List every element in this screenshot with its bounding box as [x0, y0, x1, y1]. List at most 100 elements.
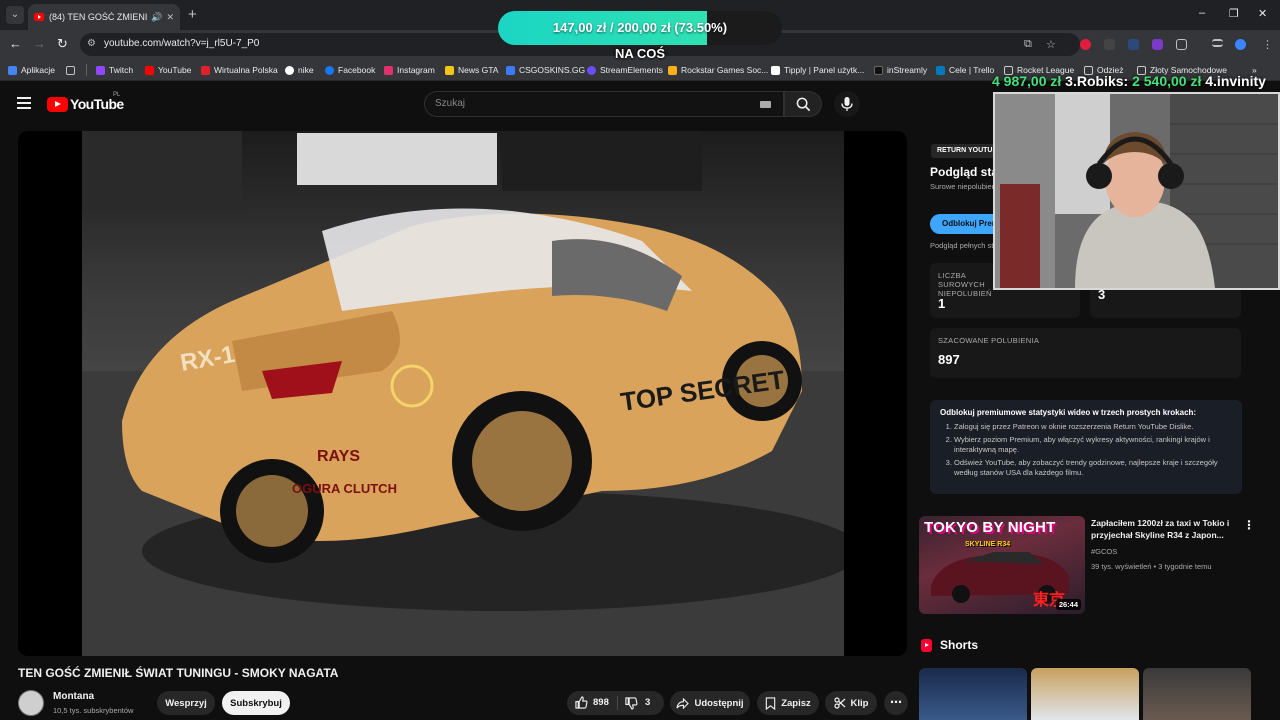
channel-name[interactable]: Montana	[53, 691, 94, 702]
subscribe-button[interactable]: Subskrybuj	[222, 691, 290, 715]
search-icon	[796, 97, 811, 112]
bookmark-trello[interactable]: Cele | Trello	[936, 63, 994, 77]
speaker-icon[interactable]: 🔊	[151, 12, 162, 23]
bookmark-tipply[interactable]: Tipply | Panel użytk...	[771, 63, 864, 77]
cast-icon[interactable]: ⧉	[1024, 38, 1032, 51]
video-frame[interactable]: TOP SECRET RX-1 RAYS OGURA CLUTCH	[82, 131, 844, 656]
donation-goal-bar: 147,00 zł / 200,00 zł (73.50%)	[498, 11, 782, 45]
bookmark-rockstar[interactable]: Rockstar Games Soc...	[668, 63, 768, 77]
trello-icon	[936, 65, 945, 75]
back-arrow-icon[interactable]: ←	[9, 36, 22, 51]
raw-dislikes-label: LICZBA SUROWYCH NIEPOLUBIEŃ	[938, 271, 992, 298]
facebook-icon	[325, 65, 334, 75]
shorts-icon	[921, 638, 932, 652]
video-player[interactable]: TOP SECRET RX-1 RAYS OGURA CLUTCH	[18, 131, 907, 656]
extension-red-icon[interactable]	[1080, 39, 1091, 50]
ticker-amount: 4 987,00 zł	[992, 73, 1062, 89]
close-tab-icon[interactable]: ✕	[166, 12, 174, 23]
microphone-icon	[841, 97, 853, 111]
like-count[interactable]: 898	[593, 697, 609, 708]
raw-dislikes-value: 1	[938, 296, 946, 311]
bookmark-wirtualna-polska[interactable]: Wirtualna Polska	[201, 63, 278, 77]
news-gta-icon	[445, 65, 454, 75]
bookmark-nike[interactable]: nike	[285, 63, 314, 77]
bookmark-instagram[interactable]: Instagram	[384, 63, 435, 77]
bookmark-streamelements[interactable]: StreamElements	[587, 63, 663, 77]
donation-goal-label: NA COŚ	[614, 46, 666, 61]
bookmark-instreamly[interactable]: inStreamly	[874, 63, 927, 77]
like-dislike-group: 898 3	[567, 691, 664, 715]
search-placeholder: Szukaj	[435, 98, 466, 109]
short-thumbnail[interactable]	[919, 668, 1027, 720]
instagram-icon	[384, 65, 393, 75]
share-icon	[676, 697, 690, 709]
youtube-logo[interactable]: YouTube PL	[47, 92, 137, 116]
recommended-title[interactable]: Zapłaciłem 1200zł za taxi w Tokio i przy…	[1091, 517, 1237, 541]
close-window-button[interactable]: ✕	[1258, 7, 1267, 20]
dislike-icon[interactable]	[625, 697, 638, 710]
bookmark-facebook[interactable]: Facebook	[325, 63, 375, 77]
keyboard-icon[interactable]	[760, 101, 771, 108]
premium-steps-box: Odblokuj premiumowe statystyki wideo w t…	[930, 400, 1242, 494]
minimize-button[interactable]: –	[1199, 7, 1205, 19]
forward-arrow-icon[interactable]: →	[33, 36, 46, 51]
youtube-favicon-icon	[34, 13, 44, 21]
subscriber-count: 10,5 tys. subskrybentów	[53, 706, 134, 715]
bookmark-grid-icon[interactable]	[66, 63, 79, 77]
csgoskins-icon	[506, 65, 515, 75]
short-thumbnail[interactable]	[1031, 668, 1139, 720]
bookmark-divider	[86, 64, 87, 76]
extensions-puzzle-icon[interactable]	[1176, 39, 1187, 50]
recommended-thumbnail[interactable]: TOKYO BY NIGHT SKYLINE R34 東京 26:44	[919, 516, 1085, 614]
clip-button[interactable]: Klip	[825, 691, 877, 715]
save-button[interactable]: Zapisz	[757, 691, 819, 715]
estimated-likes-value: 897	[938, 352, 960, 367]
donation-goal-text: 147,00 zł / 200,00 zł (73.50%)	[552, 20, 728, 35]
video-duration: 26:44	[1055, 599, 1081, 610]
tab-title: (84) TEN GOŚĆ ZMIENIŁ ŚW	[49, 12, 148, 22]
search-input[interactable]: Szukaj	[424, 91, 784, 117]
extension-blue-icon[interactable]	[1128, 39, 1139, 50]
voice-search-button[interactable]	[834, 91, 860, 117]
profile-avatar-icon[interactable]	[1235, 39, 1246, 50]
like-icon[interactable]	[575, 696, 588, 709]
browser-menu-icon[interactable]: ⋮	[1262, 38, 1273, 51]
support-button[interactable]: Wesprzyj	[157, 691, 215, 715]
bookmark-twitch[interactable]: Twitch	[96, 63, 133, 77]
maximize-button[interactable]: ❐	[1229, 7, 1239, 20]
reading-list-icon[interactable]	[1212, 39, 1223, 47]
reload-icon[interactable]: ↻	[57, 36, 68, 52]
grid-icon	[66, 65, 75, 75]
bookmark-aplikacje[interactable]: Aplikacje	[8, 63, 55, 77]
short-thumbnail[interactable]	[1143, 668, 1251, 720]
site-info-icon[interactable]: ⚙	[87, 38, 96, 49]
estimated-likes-label: SZACOWANE POLUBIENIA	[938, 336, 1040, 345]
svg-text:RAYS: RAYS	[317, 448, 360, 465]
new-tab-button[interactable]: +	[188, 6, 197, 23]
dislike-count[interactable]: 3	[645, 697, 650, 708]
bookmark-youtube[interactable]: YouTube	[145, 63, 191, 77]
twitch-icon	[96, 65, 105, 75]
wp-icon	[201, 65, 210, 75]
instreamly-icon	[874, 65, 883, 75]
bookmark-csgoskins[interactable]: CSGOSKINS.GG	[506, 63, 585, 77]
extension-purple-icon[interactable]	[1152, 39, 1163, 50]
bookmark-news-gta[interactable]: News GTA	[445, 63, 498, 77]
shorts-title: Shorts	[940, 638, 979, 652]
tab-search-button[interactable]: ⌄	[6, 6, 24, 24]
search-button[interactable]	[784, 91, 822, 117]
more-actions-icon[interactable]: ⋯	[884, 691, 908, 715]
ticker-name: 3.Robiks:	[1061, 73, 1133, 89]
url-text[interactable]: youtube.com/watch?v=j_rl5U-7_P0	[104, 38, 259, 49]
share-button[interactable]: Udostępnij	[670, 691, 750, 715]
tipply-icon	[771, 65, 780, 75]
recommended-channel[interactable]: #GCOS	[1091, 547, 1117, 556]
channel-avatar[interactable]	[18, 690, 44, 716]
bookmark-star-icon[interactable]: ☆	[1046, 38, 1056, 51]
nike-icon	[285, 65, 294, 75]
browser-tab[interactable]: (84) TEN GOŚĆ ZMIENIŁ ŚW 🔊 ✕	[28, 4, 180, 30]
bookmark-icon	[765, 696, 776, 710]
recommended-menu-icon[interactable]: ⋮	[1243, 518, 1255, 532]
extension-grey-icon[interactable]	[1104, 39, 1115, 50]
menu-icon[interactable]	[17, 97, 31, 109]
